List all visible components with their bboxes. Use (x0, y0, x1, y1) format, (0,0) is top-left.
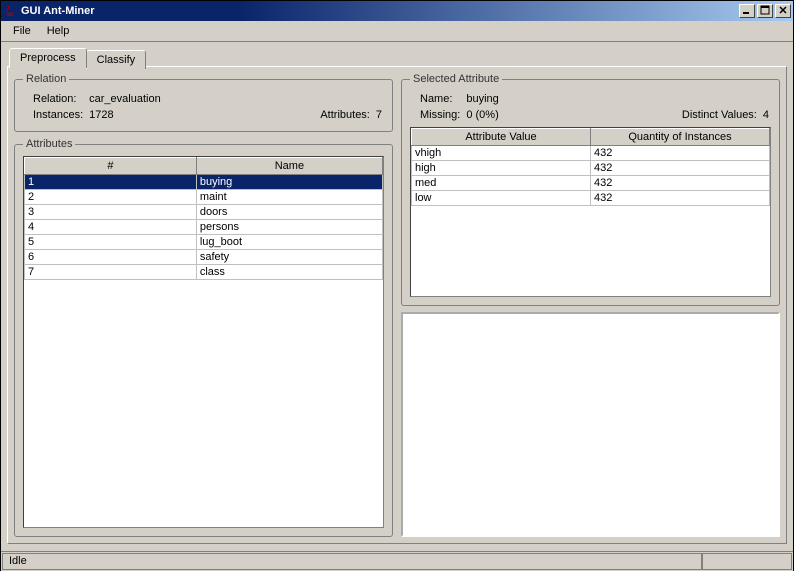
table-row[interactable]: 6safety (25, 250, 383, 265)
status-bar: Idle (1, 551, 793, 571)
value-cell: high (412, 161, 591, 176)
menu-file[interactable]: File (5, 23, 39, 39)
sel-missing-label: Missing: (420, 109, 460, 121)
values-col-qty[interactable]: Quantity of Instances (591, 129, 770, 146)
attributes-table[interactable]: # Name 1buying2maint3doors4persons5lug_b… (24, 157, 383, 280)
instances-label: Instances: (33, 109, 83, 121)
attributes-col-num[interactable]: # (25, 158, 197, 175)
table-row[interactable]: 2maint (25, 190, 383, 205)
status-right-cell (702, 553, 792, 570)
table-row[interactable]: 1buying (25, 175, 383, 190)
attr-num-cell: 7 (25, 265, 197, 280)
close-button[interactable] (775, 4, 791, 18)
table-row[interactable]: 3doors (25, 205, 383, 220)
java-icon (3, 4, 17, 18)
sel-name-label: Name: (420, 93, 460, 105)
attributes-value: 7 (376, 109, 382, 121)
table-row[interactable]: 4persons (25, 220, 383, 235)
table-row[interactable]: vhigh432 (412, 146, 770, 161)
attr-name-cell: doors (196, 205, 382, 220)
attributes-table-container: # Name 1buying2maint3doors4persons5lug_b… (23, 156, 384, 528)
attr-num-cell: 6 (25, 250, 197, 265)
table-row[interactable]: med432 (412, 176, 770, 191)
table-row[interactable]: high432 (412, 161, 770, 176)
qty-cell: 432 (591, 161, 770, 176)
qty-cell: 432 (591, 191, 770, 206)
value-cell: med (412, 176, 591, 191)
attr-name-cell: buying (196, 175, 382, 190)
attr-name-cell: maint (196, 190, 382, 205)
sel-distinct-label: Distinct Values: (682, 109, 757, 121)
maximize-button[interactable] (757, 4, 773, 18)
relation-legend: Relation (23, 73, 69, 85)
attributes-col-name[interactable]: Name (196, 158, 382, 175)
menubar: File Help (1, 21, 793, 42)
relation-value: car_evaluation (89, 93, 314, 105)
tab-bar: Preprocess Classify (9, 48, 787, 67)
instances-value: 1728 (89, 109, 314, 121)
window-title: GUI Ant-Miner (21, 5, 737, 17)
sel-distinct-value: 4 (763, 109, 769, 121)
attr-num-cell: 3 (25, 205, 197, 220)
window-titlebar: GUI Ant-Miner (1, 1, 793, 21)
table-row[interactable]: 7class (25, 265, 383, 280)
tab-panel-preprocess: Relation Relation: car_evaluation Instan… (7, 66, 787, 544)
tab-classify[interactable]: Classify (86, 50, 147, 69)
qty-cell: 432 (591, 146, 770, 161)
values-table[interactable]: Attribute Value Quantity of Instances vh… (411, 128, 770, 206)
value-cell: vhigh (412, 146, 591, 161)
table-row[interactable]: 5lug_boot (25, 235, 383, 250)
attr-name-cell: lug_boot (196, 235, 382, 250)
values-table-container: Attribute Value Quantity of Instances vh… (410, 127, 771, 297)
visualization-panel (401, 312, 780, 537)
minimize-button[interactable] (739, 4, 755, 18)
attr-name-cell: safety (196, 250, 382, 265)
qty-cell: 432 (591, 176, 770, 191)
attr-name-cell: persons (196, 220, 382, 235)
attributes-legend: Attributes (23, 138, 75, 150)
sel-name-value: buying (466, 93, 676, 105)
attributes-label: Attributes: (320, 109, 370, 121)
selected-attribute-fieldset: Selected Attribute Name: buying Missing:… (401, 73, 780, 306)
status-text: Idle (2, 553, 702, 570)
attr-name-cell: class (196, 265, 382, 280)
relation-label: Relation: (33, 93, 83, 105)
attr-num-cell: 1 (25, 175, 197, 190)
attr-num-cell: 4 (25, 220, 197, 235)
attr-num-cell: 5 (25, 235, 197, 250)
attr-num-cell: 2 (25, 190, 197, 205)
relation-fieldset: Relation Relation: car_evaluation Instan… (14, 73, 393, 132)
sel-missing-value: 0 (0%) (466, 109, 676, 121)
value-cell: low (412, 191, 591, 206)
selected-attribute-legend: Selected Attribute (410, 73, 502, 85)
attributes-fieldset: Attributes # Name 1buying2maint3doors4pe… (14, 138, 393, 537)
tab-preprocess[interactable]: Preprocess (9, 48, 87, 68)
menu-help[interactable]: Help (39, 23, 78, 39)
table-row[interactable]: low432 (412, 191, 770, 206)
values-col-value[interactable]: Attribute Value (412, 129, 591, 146)
